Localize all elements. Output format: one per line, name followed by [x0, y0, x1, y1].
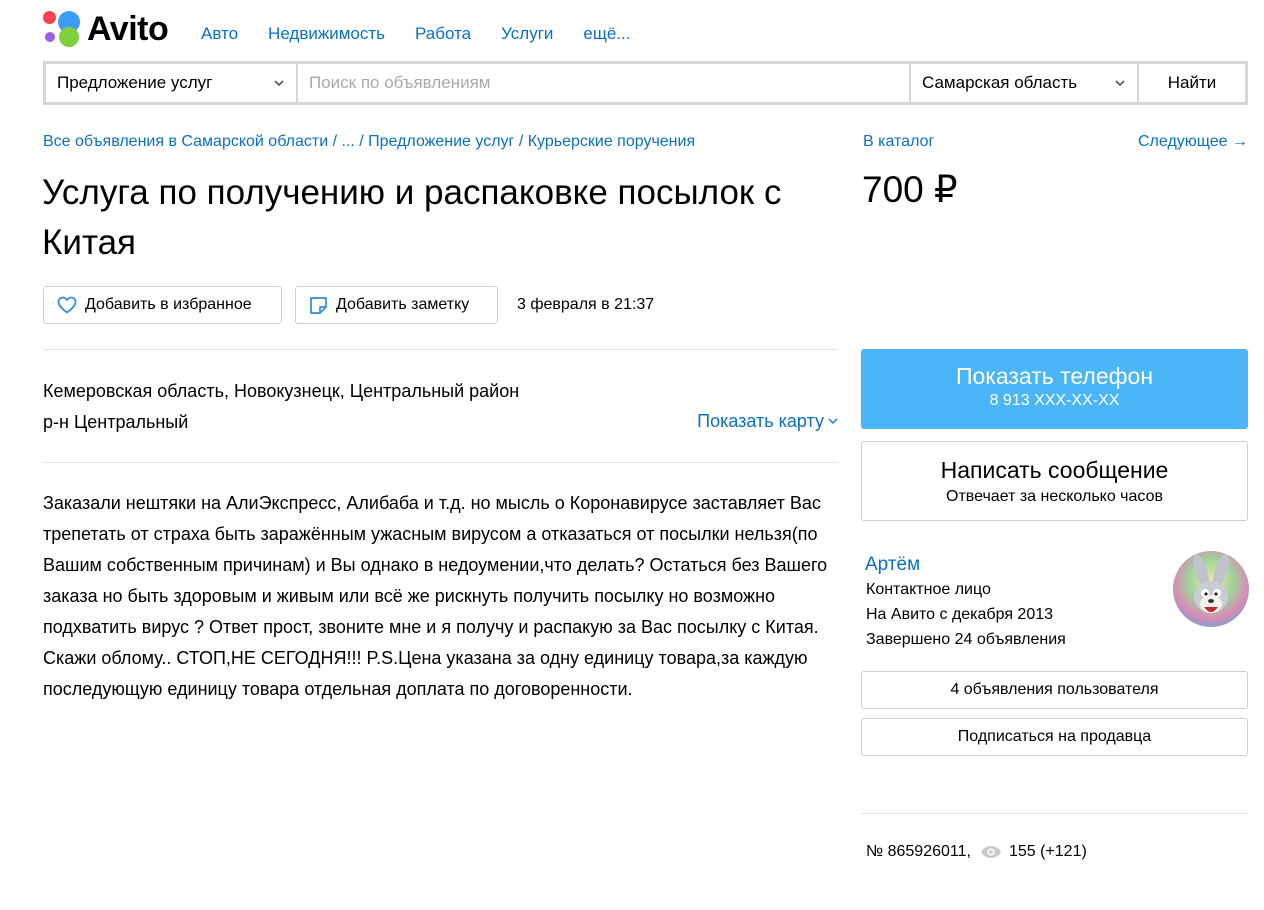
search-bar: Предложение услуг Самарская область Найт…: [43, 61, 1248, 105]
divider: [861, 813, 1248, 814]
nav-item-jobs[interactable]: Работа: [415, 22, 471, 46]
catalog-link[interactable]: В каталог: [863, 132, 934, 152]
nav-item-more[interactable]: ещё...: [583, 22, 630, 46]
add-favorite-label: Добавить в избранное: [85, 296, 252, 313]
seller-since: На Авито с декабря 2013: [866, 606, 1054, 623]
avito-logo[interactable]: Avito: [42, 10, 169, 48]
category-select-value: Предложение услуг: [57, 73, 213, 92]
publish-date: 3 февраля в 21:37: [517, 296, 655, 313]
add-favorite-button[interactable]: Добавить в избранное: [43, 286, 282, 324]
nav-item-auto[interactable]: Авто: [201, 22, 238, 46]
write-message-label: Написать сообщение: [940, 457, 1169, 483]
add-note-label: Добавить заметку: [336, 296, 470, 313]
address-line: Кемеровская область, Новокузнецк, Центра…: [43, 381, 520, 401]
ad-description: Заказали нештяки на АлиЭкспресс, Алибаба…: [43, 493, 828, 699]
search-input[interactable]: [298, 64, 909, 102]
price: 700 ₽: [862, 169, 958, 210]
divider: [43, 462, 838, 463]
seller-completed: Завершено 24 объявления: [866, 631, 1066, 648]
region-select-value: Самарская область: [922, 73, 1078, 92]
page-title: Услуга по получению и распаковке посылок…: [42, 173, 782, 262]
seller-listings-button[interactable]: 4 объявления пользователя: [861, 671, 1248, 709]
ad-number: № 865926011,: [866, 843, 971, 860]
top-nav: Авто Недвижимость Работа Услуги ещё...: [201, 22, 660, 46]
logo-dots-icon: [42, 10, 80, 48]
chevron-down-icon: [274, 80, 284, 87]
note-icon: [310, 296, 327, 314]
chevron-down-icon: [828, 418, 838, 425]
phone-number: 8 913 XXX-XX-XX: [989, 392, 1120, 409]
address: Кемеровская область, Новокузнецк, Центра…: [43, 376, 519, 438]
district-line: р-н Центральный: [43, 412, 189, 432]
next-ad-link[interactable]: Следующее →: [1138, 132, 1248, 152]
nav-item-realty[interactable]: Недвижимость: [268, 22, 385, 46]
divider: [43, 349, 838, 350]
seller-role: Контактное лицо: [866, 581, 991, 598]
views-count: 155 (+121): [1008, 843, 1087, 860]
add-note-button[interactable]: Добавить заметку: [295, 286, 498, 324]
seller-avatar[interactable]: [1173, 551, 1249, 627]
nav-item-services[interactable]: Услуги: [501, 22, 553, 46]
search-button[interactable]: Найти: [1139, 64, 1245, 102]
seller-name-link[interactable]: Артём: [865, 553, 920, 577]
eye-icon: [980, 846, 1001, 858]
ad-actions: Добавить в избранное Добавить заметку 3 …: [43, 286, 654, 324]
category-select[interactable]: Предложение услуг: [46, 64, 296, 102]
show-phone-button[interactable]: Показать телефон 8 913 XXX-XX-XX: [861, 349, 1248, 429]
chevron-down-icon: [1115, 80, 1125, 87]
region-select[interactable]: Самарская область: [911, 64, 1137, 102]
ad-stats: № 865926011, 155 (+121): [866, 842, 1087, 862]
write-message-button[interactable]: Написать сообщение Отвечает за несколько…: [861, 441, 1248, 521]
show-phone-label: Показать телефон: [955, 363, 1154, 389]
avatar-image: [1173, 551, 1249, 627]
subscribe-seller-button[interactable]: Подписаться на продавца: [861, 718, 1248, 756]
heart-icon: [57, 296, 77, 314]
logo-text: Avito: [87, 10, 169, 48]
show-map-link[interactable]: Показать карту: [697, 408, 838, 434]
breadcrumb[interactable]: Все объявления в Самарской области / ...…: [43, 132, 695, 152]
response-time: Отвечает за несколько часов: [946, 488, 1163, 505]
show-map-label: Показать карту: [697, 411, 824, 431]
